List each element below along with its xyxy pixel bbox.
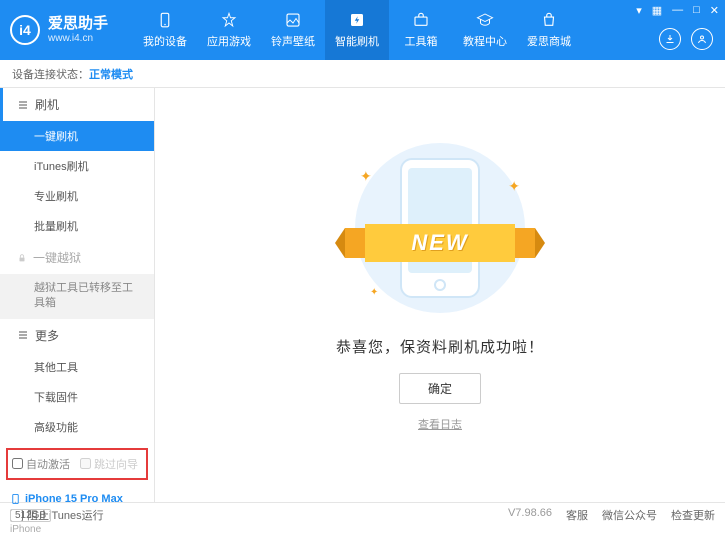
footer-link-update[interactable]: 检查更新 [671,507,715,523]
list-icon [17,99,29,111]
success-illustration: ✦ ✦ ✦ NEW [330,138,550,318]
device-storage: 512GB [10,509,51,522]
tab-apps-games[interactable]: 应用游戏 [197,0,261,60]
close-icon[interactable]: ✕ [710,4,719,17]
sidebar-section-flash[interactable]: 刷机 [0,88,154,121]
status-bar: 设备连接状态： 正常模式 [0,60,725,88]
sidebar-item-jailbreak-note[interactable]: 越狱工具已转移至工具箱 [0,274,154,319]
checkbox-auto-activate[interactable]: 自动激活 [12,456,70,472]
sidebar-item-download-firmware[interactable]: 下载固件 [0,382,154,412]
sidebar: 刷机 一键刷机 iTunes刷机 专业刷机 批量刷机 一键越狱 越狱工具已转移至… [0,88,155,502]
menu-icon[interactable]: ▾ [636,4,642,17]
device-info: iPhone 15 Pro Max 512GB iPhone [0,486,154,541]
checkbox-skip-guide[interactable]: 跳过向导 [80,456,138,472]
tab-ringtone-wallpaper[interactable]: 铃声壁纸 [261,0,325,60]
new-ribbon: NEW [355,223,525,263]
mall-icon [540,11,558,29]
window-controls: ▾ ▦ — □ ✕ [636,4,719,17]
wallpaper-icon [284,11,302,29]
footer-link-wechat[interactable]: 微信公众号 [602,507,657,523]
sidebar-item-batch-flash[interactable]: 批量刷机 [0,211,154,241]
tab-my-device[interactable]: 我的设备 [133,0,197,60]
sidebar-section-jailbreak: 一键越狱 [0,241,154,274]
tab-toolbox[interactable]: 工具箱 [389,0,453,60]
toolbox-icon [412,11,430,29]
app-url: www.i4.cn [48,33,108,44]
maximize-icon[interactable]: □ [693,4,700,17]
status-mode: 正常模式 [89,66,133,82]
view-log-link[interactable]: 查看日志 [418,416,462,432]
download-button[interactable] [659,28,681,50]
content-area: ✦ ✦ ✦ NEW 恭喜您，保资料刷机成功啦！ 确定 查看日志 [155,88,725,502]
minimize-icon[interactable]: — [672,4,683,17]
device-icon [156,11,174,29]
device-name[interactable]: iPhone 15 Pro Max [10,492,144,506]
tab-mall[interactable]: 爱思商城 [517,0,581,60]
sidebar-item-other-tools[interactable]: 其他工具 [0,352,154,382]
more-icon [17,329,29,341]
sidebar-section-more[interactable]: 更多 [0,319,154,352]
main-area: 刷机 一键刷机 iTunes刷机 专业刷机 批量刷机 一键越狱 越狱工具已转移至… [0,88,725,502]
logo-text: 爱思助手 www.i4.cn [48,16,108,44]
apps-icon [220,11,238,29]
confirm-button[interactable]: 确定 [399,373,481,404]
skin-icon[interactable]: ▦ [652,4,662,17]
flash-icon [348,11,366,29]
sidebar-item-oneclick-flash[interactable]: 一键刷机 [0,121,154,151]
app-header: i4 爱思助手 www.i4.cn 我的设备 应用游戏 铃声壁纸 智能刷机 工具… [0,0,725,60]
tab-smart-flash[interactable]: 智能刷机 [325,0,389,60]
phone-icon [10,492,21,506]
logo-area: i4 爱思助手 www.i4.cn [10,15,108,45]
user-button[interactable] [691,28,713,50]
checkbox-highlight-box: 自动激活 跳过向导 [6,448,148,480]
footer-link-support[interactable]: 客服 [566,507,588,523]
lock-icon [17,253,27,263]
header-right-buttons [659,28,713,50]
app-name: 爱思助手 [48,16,108,33]
top-tabs: 我的设备 应用游戏 铃声壁纸 智能刷机 工具箱 教程中心 爱思商城 [133,0,581,60]
footer-right: V7.98.66 客服 微信公众号 检查更新 [508,507,715,523]
tab-tutorial[interactable]: 教程中心 [453,0,517,60]
tutorial-icon [476,11,494,29]
device-type: iPhone [10,524,144,535]
version-label: V7.98.66 [508,507,552,523]
sidebar-item-pro-flash[interactable]: 专业刷机 [0,181,154,211]
logo-icon: i4 [10,15,40,45]
sidebar-item-itunes-flash[interactable]: iTunes刷机 [0,151,154,181]
status-label: 设备连接状态： [12,66,89,82]
sidebar-item-advanced[interactable]: 高级功能 [0,412,154,442]
success-message: 恭喜您，保资料刷机成功啦！ [336,336,544,357]
